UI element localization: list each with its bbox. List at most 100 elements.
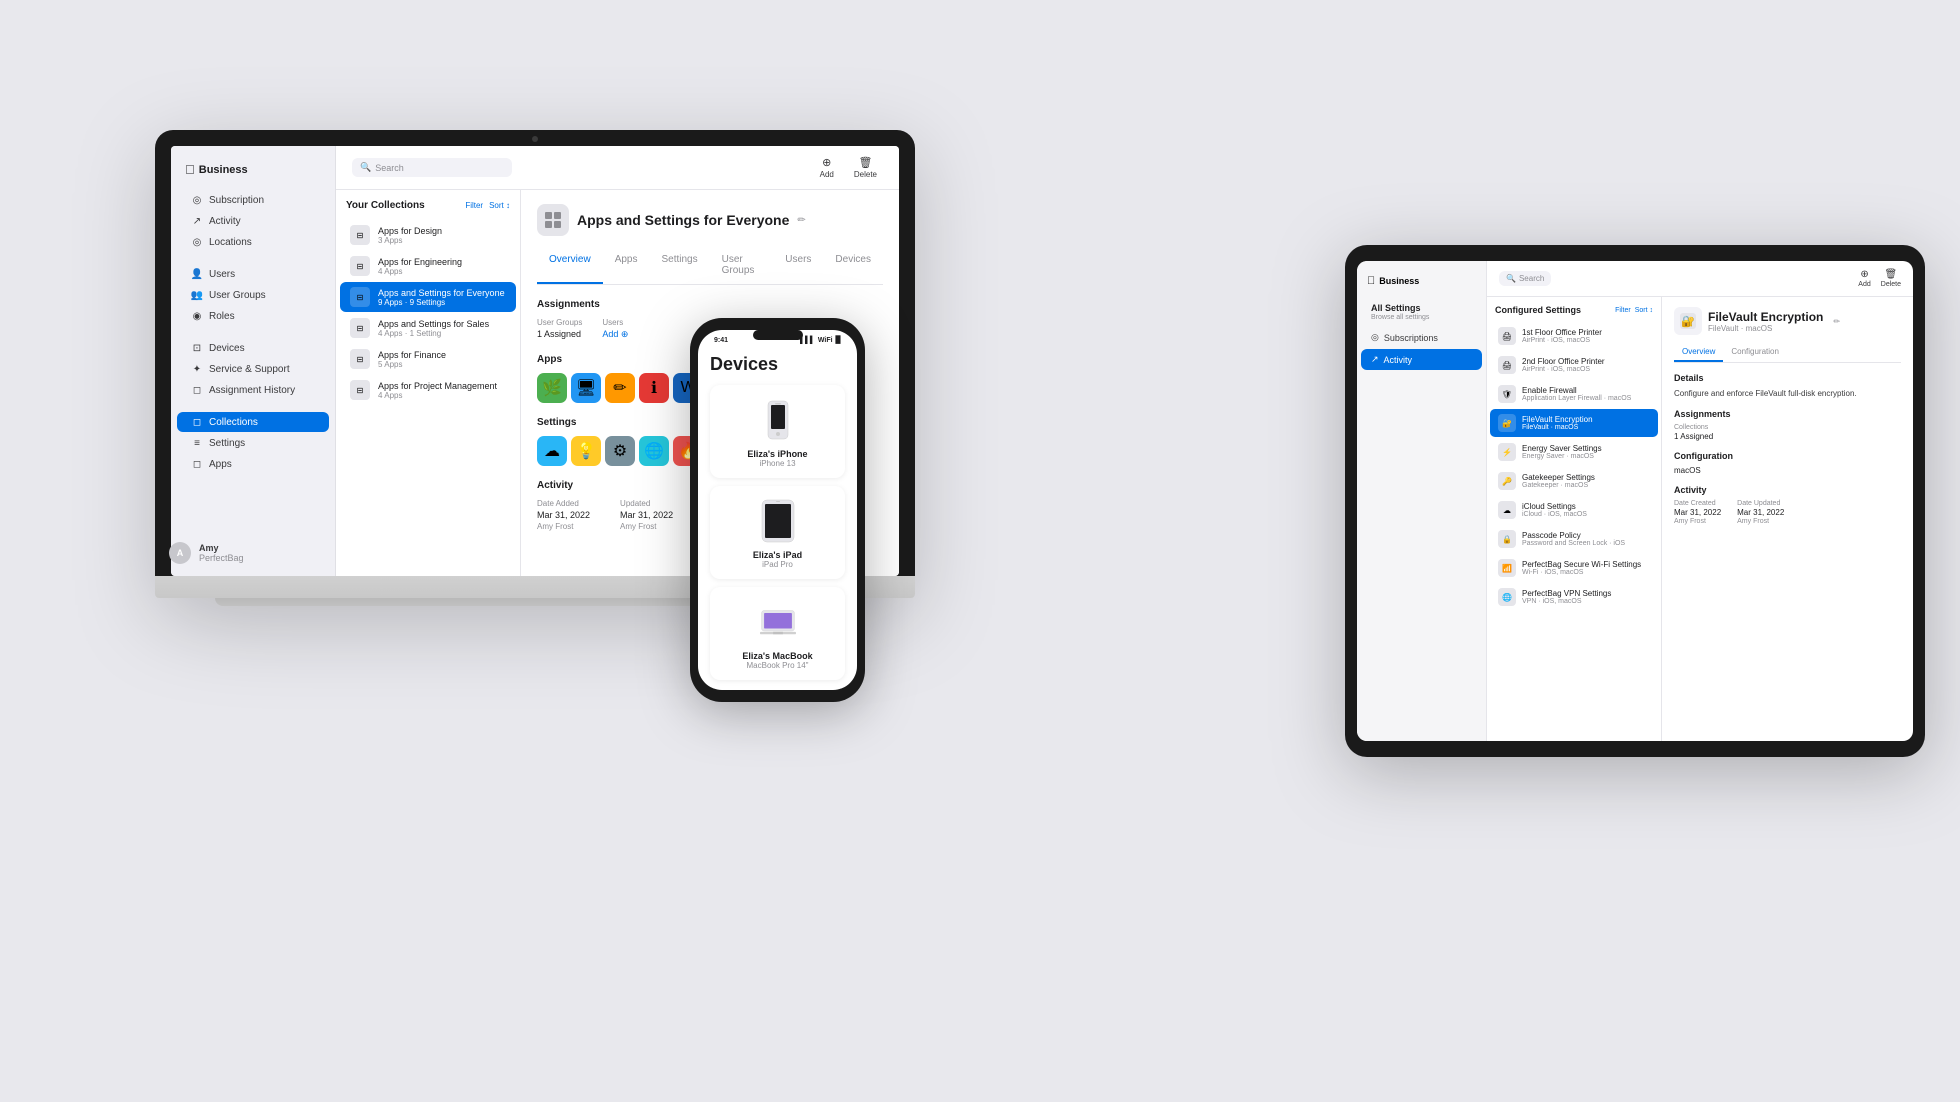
ipad-delete-button[interactable]: 🗑 Delete <box>1881 269 1901 288</box>
assignments-title: Assignments <box>537 299 883 310</box>
ipad-setting-2[interactable]: 🖨 2nd Floor Office Printer AirPrint · iO… <box>1490 351 1658 379</box>
ipad-activity-title: Activity <box>1674 485 1901 495</box>
tab-devices[interactable]: Devices <box>823 248 883 284</box>
col-info: Apps for Finance 5 Apps <box>378 350 506 369</box>
sidebar-item-subscription[interactable]: ◎ Subscription <box>177 190 329 210</box>
sidebar-item-user-groups[interactable]: 👥 User Groups <box>177 285 329 305</box>
setting-name-1: 1st Floor Office Printer <box>1522 328 1650 337</box>
ipad-assignments-grid: Collections 1 Assigned <box>1674 424 1901 441</box>
tab-users[interactable]: Users <box>773 248 823 284</box>
activity-updated-label: Updated <box>620 499 673 508</box>
collection-item-everyone[interactable]: ⊟ Apps and Settings for Everyone 9 Apps … <box>340 282 516 312</box>
ipad-sidebar-subscriptions[interactable]: ◎ Subscriptions <box>1361 327 1482 348</box>
sidebar-item-apps[interactable]: ◻ Apps <box>177 454 329 474</box>
ipad-setting-5[interactable]: ⚡ Energy Saver Settings Energy Saver · m… <box>1490 438 1658 466</box>
device-card-ipad[interactable]: Eliza's iPad iPad Pro <box>710 486 845 579</box>
device-model-macbook: MacBook Pro 14" <box>747 661 809 670</box>
collection-item-project[interactable]: ⊟ Apps for Project Management 4 Apps <box>340 375 516 405</box>
ipad-add-button[interactable]: ⊕ Add <box>1858 269 1870 288</box>
ipad-sidebar-activity[interactable]: ↗ Activity <box>1361 349 1482 370</box>
collections-title: Your Collections <box>346 200 425 211</box>
ipad-setting-10[interactable]: 🌐 PerfectBag VPN Settings VPN · iOS, mac… <box>1490 583 1658 611</box>
ipad-tab-overview[interactable]: Overview <box>1674 343 1723 362</box>
app-icon-2[interactable]: ✏ <box>605 373 635 403</box>
setting-name-8: Passcode Policy <box>1522 531 1650 540</box>
sidebar-item-label: Settings <box>209 438 245 449</box>
sidebar-item-devices[interactable]: ⊡ Devices <box>177 338 329 358</box>
setting-meta-8: Password and Screen Lock · iOS <box>1522 540 1650 547</box>
sidebar-item-roles[interactable]: ◉ Roles <box>177 306 329 326</box>
subscriptions-icon: ◎ <box>1371 332 1379 343</box>
setting-icon-8: 🔒 <box>1498 530 1516 548</box>
setting-meta-3: Application Layer Firewall · macOS <box>1522 395 1650 402</box>
sidebar-item-settings[interactable]: ≡ Settings <box>177 433 329 453</box>
app-icon-1[interactable]: 🖥 <box>571 373 601 403</box>
col-meta: 3 Apps <box>378 236 506 245</box>
col-icon: ⊟ <box>350 225 370 245</box>
sort-link-ipad[interactable]: Sort ↕ <box>1635 307 1653 314</box>
app-icon-3[interactable]: ℹ <box>639 373 669 403</box>
ipad-details-section: Details Configure and enforce FileVault … <box>1674 373 1901 399</box>
col-name: Apps for Engineering <box>378 257 506 267</box>
device-model-ipad: iPad Pro <box>762 560 793 569</box>
ipad-tab-configuration[interactable]: Configuration <box>1723 343 1787 362</box>
setting-icon-7: ☁ <box>1498 501 1516 519</box>
sidebar-item-locations[interactable]: ◎ Locations <box>177 232 329 252</box>
ipad-detail-main: 🔐 FileVault Encryption FileVault · macOS… <box>1662 297 1913 741</box>
ipad-activity-section: Activity Date Created Mar 31, 2022 Amy F… <box>1674 485 1901 525</box>
sidebar-item-collections[interactable]: ◻ Collections <box>177 412 329 432</box>
user-org: PerfectBag <box>199 553 244 563</box>
ipad-setting-3[interactable]: 🛡 Enable Firewall Application Layer Fire… <box>1490 380 1658 408</box>
sort-link[interactable]: Sort ↕ <box>489 201 510 210</box>
setting-gear[interactable]: ⚙ <box>605 436 635 466</box>
add-users-link[interactable]: Add ⊕ <box>602 329 628 340</box>
col-meta: 4 Apps <box>378 391 506 400</box>
setting-name-10: PerfectBag VPN Settings <box>1522 589 1650 598</box>
collection-item-sales[interactable]: ⊟ Apps and Settings for Sales 4 Apps · 1… <box>340 313 516 343</box>
sidebar-item-assignment-history[interactable]: ◻ Assignment History <box>177 380 329 400</box>
collection-item-engineering[interactable]: ⊟ Apps for Engineering 4 Apps <box>340 251 516 281</box>
user-name: Amy <box>199 543 244 553</box>
ipad-setting-7[interactable]: ☁ iCloud Settings iCloud · iOS, macOS <box>1490 496 1658 524</box>
detail-title: Apps and Settings for Everyone <box>577 212 789 228</box>
ipad-setting-4[interactable]: 🔐 FileVault Encryption FileVault · macOS <box>1490 409 1658 437</box>
sidebar:  Business ◎ Subscription ↗ Activity ◎ L… <box>171 146 336 576</box>
tab-settings[interactable]: Settings <box>649 248 709 284</box>
collection-item-finance[interactable]: ⊟ Apps for Finance 5 Apps <box>340 344 516 374</box>
filter-link[interactable]: Filter <box>465 201 483 210</box>
ipad-search[interactable]: 🔍 Search <box>1499 271 1551 286</box>
sidebar-item-label: Locations <box>209 237 252 248</box>
sidebar-item-activity[interactable]: ↗ Activity <box>177 211 329 231</box>
tab-user-groups[interactable]: User Groups <box>710 248 774 284</box>
delete-icon: 🗑 <box>858 156 872 169</box>
sidebar-item-service-support[interactable]: ✦ Service & Support <box>177 359 329 379</box>
col-info: Apps for Project Management 4 Apps <box>378 381 506 400</box>
col-meta: 5 Apps <box>378 360 506 369</box>
edit-icon[interactable]: ✏ <box>797 215 805 226</box>
tab-overview[interactable]: Overview <box>537 248 603 284</box>
add-button[interactable]: ⊕ Add <box>814 154 840 181</box>
sidebar-item-users[interactable]: 👤 Users <box>177 264 329 284</box>
ipad-setting-6[interactable]: 🔑 Gatekeeper Settings Gatekeeper · macOS <box>1490 467 1658 495</box>
ipad-setting-9[interactable]: 📶 PerfectBag Secure Wi-Fi Settings Wi-Fi… <box>1490 554 1658 582</box>
delete-button[interactable]: 🗑 Delete <box>848 154 883 181</box>
ipad-sidebar-all-settings[interactable]: All Settings Browse all settings <box>1361 298 1482 326</box>
setting-web[interactable]: 🌐 <box>639 436 669 466</box>
collection-item-design[interactable]: ⊟ Apps for Design 3 Apps <box>340 220 516 250</box>
filter-link-ipad[interactable]: Filter <box>1615 307 1631 314</box>
setting-lamp[interactable]: 💡 <box>571 436 601 466</box>
tab-apps[interactable]: Apps <box>603 248 650 284</box>
app-icon-evernote[interactable]: 🌿 <box>537 373 567 403</box>
ipad-setting-1[interactable]: 🖨 1st Floor Office Printer AirPrint · iO… <box>1490 322 1658 350</box>
ipad-setting-8[interactable]: 🔒 Passcode Policy Password and Screen Lo… <box>1490 525 1658 553</box>
search-box[interactable]: 🔍 Search <box>352 158 512 177</box>
activity-col-added: Date Added Mar 31, 2022 Amy Frost <box>537 499 590 531</box>
device-card-iphone[interactable]: Eliza's iPhone iPhone 13 <box>710 385 845 478</box>
device-card-macbook[interactable]: Eliza's MacBook MacBook Pro 14" <box>710 587 845 680</box>
sidebar-logo-text: Business <box>199 164 248 176</box>
ipad-edit-icon[interactable]: ✏ <box>1833 317 1840 326</box>
setting-icloud[interactable]: ☁ <box>537 436 567 466</box>
detail-tabs: Overview Apps Settings User Groups Users… <box>537 248 883 285</box>
collections-panel: Your Collections Filter Sort ↕ ⊟ Apps fo… <box>336 190 521 576</box>
activity-date-added: Mar 31, 2022 <box>537 510 590 520</box>
